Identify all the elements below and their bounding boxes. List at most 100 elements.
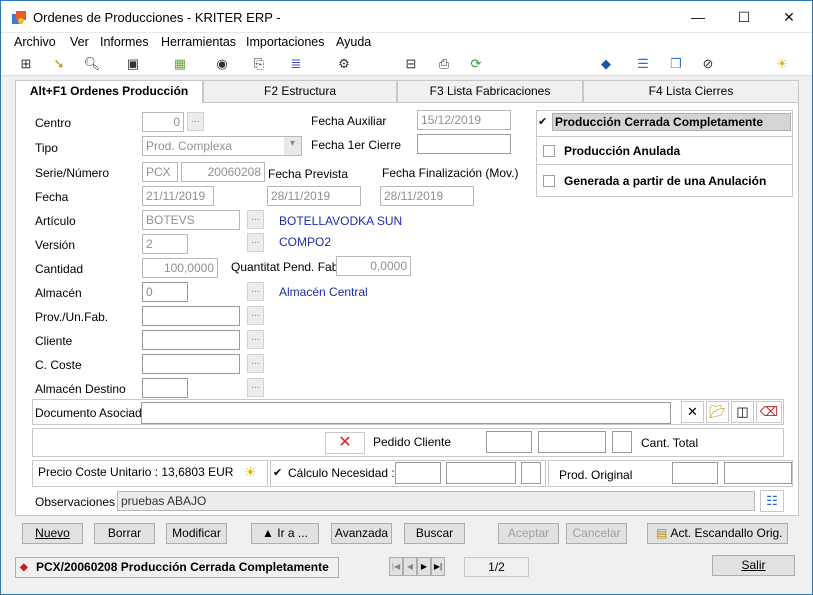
cliente-input[interactable]	[142, 330, 240, 350]
check-row-cerrada[interactable]: ✔ Producción Cerrada Completamente	[537, 112, 791, 133]
last-record-button[interactable]: ▶|	[431, 557, 445, 576]
prov-input[interactable]	[142, 306, 240, 326]
prov-lookup-button[interactable]: ...	[247, 306, 264, 325]
record-status: ◆ PCX/20060208 Producción Cerrada Comple…	[15, 557, 339, 578]
tab-lista-cierres[interactable]: F4 Lista Cierres	[583, 80, 799, 102]
prod-original-serie-input[interactable]	[672, 462, 718, 484]
status-dot-icon: ◆	[20, 562, 28, 573]
fecha-input[interactable]: 21/11/2019	[142, 186, 214, 206]
tree-icon[interactable]: ⊞	[17, 55, 35, 73]
fecha-prevista-input[interactable]: 28/11/2019	[267, 186, 361, 206]
almacen-lookup-button[interactable]: ...	[247, 282, 264, 301]
menu-archivo[interactable]: Archivo	[14, 35, 56, 49]
prod-original-numero-input[interactable]	[724, 462, 792, 484]
lightbulb-icon[interactable]: ☀	[244, 464, 257, 481]
cancel-x-button[interactable]: ✕	[325, 432, 365, 454]
calculo-numero-input[interactable]	[446, 462, 516, 484]
checkbox-anulada[interactable]	[543, 145, 555, 157]
observaciones-input[interactable]: pruebas ABAJO	[117, 491, 755, 511]
print-icon[interactable]: ⎙	[435, 55, 453, 73]
pedido-linea-input[interactable]	[612, 431, 632, 453]
aceptar-button[interactable]: Aceptar	[498, 523, 559, 544]
centro-input[interactable]: 0	[142, 112, 184, 132]
menu-importaciones[interactable]: Importaciones	[246, 35, 325, 49]
menu-ayuda[interactable]: Ayuda	[336, 35, 371, 49]
preview-icon[interactable]: ◫	[731, 401, 754, 423]
settings-icon[interactable]: ⚙	[335, 55, 353, 73]
checklist-icon[interactable]: ≣	[287, 55, 305, 73]
minimize-button[interactable]: —	[675, 1, 721, 33]
calculator-icon[interactable]: ▦	[171, 55, 189, 73]
pedido-serie-input[interactable]	[486, 431, 532, 453]
fecha-finalizacion-input[interactable]: 28/11/2019	[380, 186, 474, 206]
first-record-button[interactable]: |◀	[389, 557, 403, 576]
calculo-serie-input[interactable]	[395, 462, 441, 484]
preview-icon[interactable]: 🔍︎	[83, 55, 101, 73]
almacen-label: Almacén	[35, 286, 82, 300]
toolbar: ⊞ ➘ 🔍︎ ▣ ▦ ◉ ⎘ ≣ ⚙ ⊟ ⎙ ⟳ ◆ ☰ ❐ ⊘ ☀	[1, 52, 812, 76]
numero-input[interactable]: 20060208	[181, 162, 265, 182]
salir-button[interactable]: Salir	[712, 555, 795, 576]
cliente-lookup-button[interactable]: ...	[247, 330, 264, 349]
avanzada-button[interactable]: Avanzada	[331, 523, 392, 544]
ir-a-button[interactable]: ▲ Ir a ...	[251, 523, 319, 544]
cantidad-input[interactable]: 100,0000	[142, 258, 218, 278]
lightbulb-icon[interactable]: ☀	[773, 55, 791, 73]
cancelar-button[interactable]: Cancelar	[566, 523, 627, 544]
record-navigator: |◀ ◀ ▶ ▶|	[389, 557, 447, 576]
tipo-select[interactable]: Prod. Complexa	[142, 136, 302, 156]
pedido-numero-input[interactable]	[538, 431, 606, 453]
windows-icon[interactable]: ❐	[667, 55, 685, 73]
almacen-description: Almacén Central	[279, 285, 368, 299]
almacen-destino-lookup-button[interactable]: ...	[247, 378, 264, 397]
close-window-button[interactable]: ✕	[766, 1, 812, 33]
checkbox-generada-anulacion[interactable]	[543, 175, 555, 187]
quantitat-input[interactable]: 0,0000	[336, 256, 411, 276]
tab-lista-fabricaciones[interactable]: F3 Lista Fabricaciones	[397, 80, 583, 102]
documento-input[interactable]	[141, 402, 671, 424]
fecha-label: Fecha	[35, 190, 69, 204]
version-lookup-button[interactable]: ...	[247, 233, 264, 252]
globe-icon[interactable]: ◉	[213, 55, 231, 73]
prev-record-button[interactable]: ◀	[403, 557, 417, 576]
check-mark-icon[interactable]: ✔	[273, 466, 282, 479]
serie-input[interactable]: PCX	[142, 162, 178, 182]
pointer-icon[interactable]: ➘	[50, 55, 68, 73]
label-icon[interactable]: ◆	[597, 55, 615, 73]
paperclip-icon[interactable]: ⊘	[699, 55, 717, 73]
chevron-down-icon[interactable]: ▾	[284, 137, 301, 155]
export-icon[interactable]: ⎘	[250, 55, 268, 73]
tree-structure-icon[interactable]: ⊟	[402, 55, 420, 73]
coste-input[interactable]	[142, 354, 240, 374]
almacen-destino-input[interactable]	[142, 378, 188, 398]
coste-lookup-button[interactable]: ...	[247, 354, 264, 373]
fecha-cierre-input[interactable]	[417, 134, 511, 154]
menu-ver[interactable]: Ver	[70, 35, 89, 49]
zoom-icon[interactable]: ▣	[124, 55, 142, 73]
version-input[interactable]: 2	[142, 234, 188, 254]
almacen-input[interactable]: 0	[142, 282, 188, 302]
nuevo-button[interactable]: Nuevo	[22, 523, 83, 544]
tab-estructura[interactable]: F2 Estructura	[203, 80, 397, 102]
articulo-lookup-button[interactable]: ...	[247, 210, 264, 229]
list-edit-icon[interactable]: ☷	[760, 490, 784, 512]
menu-herramientas[interactable]: Herramientas	[161, 35, 236, 49]
eraser-icon[interactable]: ⌫	[756, 401, 782, 423]
fecha-auxiliar-input[interactable]: 15/12/2019	[417, 110, 511, 130]
close-x-icon[interactable]: ✕	[681, 401, 704, 423]
modificar-button[interactable]: Modificar	[166, 523, 227, 544]
centro-lookup-button[interactable]: ...	[187, 112, 204, 131]
version-label: Versión	[35, 238, 76, 252]
menu-informes[interactable]: Informes	[100, 35, 149, 49]
open-folder-icon[interactable]: 📂︎	[706, 401, 729, 423]
buscar-button[interactable]: Buscar	[404, 523, 465, 544]
list-icon[interactable]: ☰	[634, 55, 652, 73]
tab-ordenes-produccion[interactable]: Alt+F1 Ordenes Producción	[15, 80, 203, 103]
next-record-button[interactable]: ▶	[417, 557, 431, 576]
borrar-button[interactable]: Borrar	[94, 523, 155, 544]
maximize-button[interactable]: ☐	[721, 1, 767, 33]
calculo-linea-input[interactable]	[521, 462, 541, 484]
articulo-input[interactable]: BOTEVS	[142, 210, 240, 230]
refresh-icon[interactable]: ⟳	[467, 55, 485, 73]
act-escandallo-button[interactable]: ▤ Act. Escandallo Orig.	[647, 523, 788, 544]
